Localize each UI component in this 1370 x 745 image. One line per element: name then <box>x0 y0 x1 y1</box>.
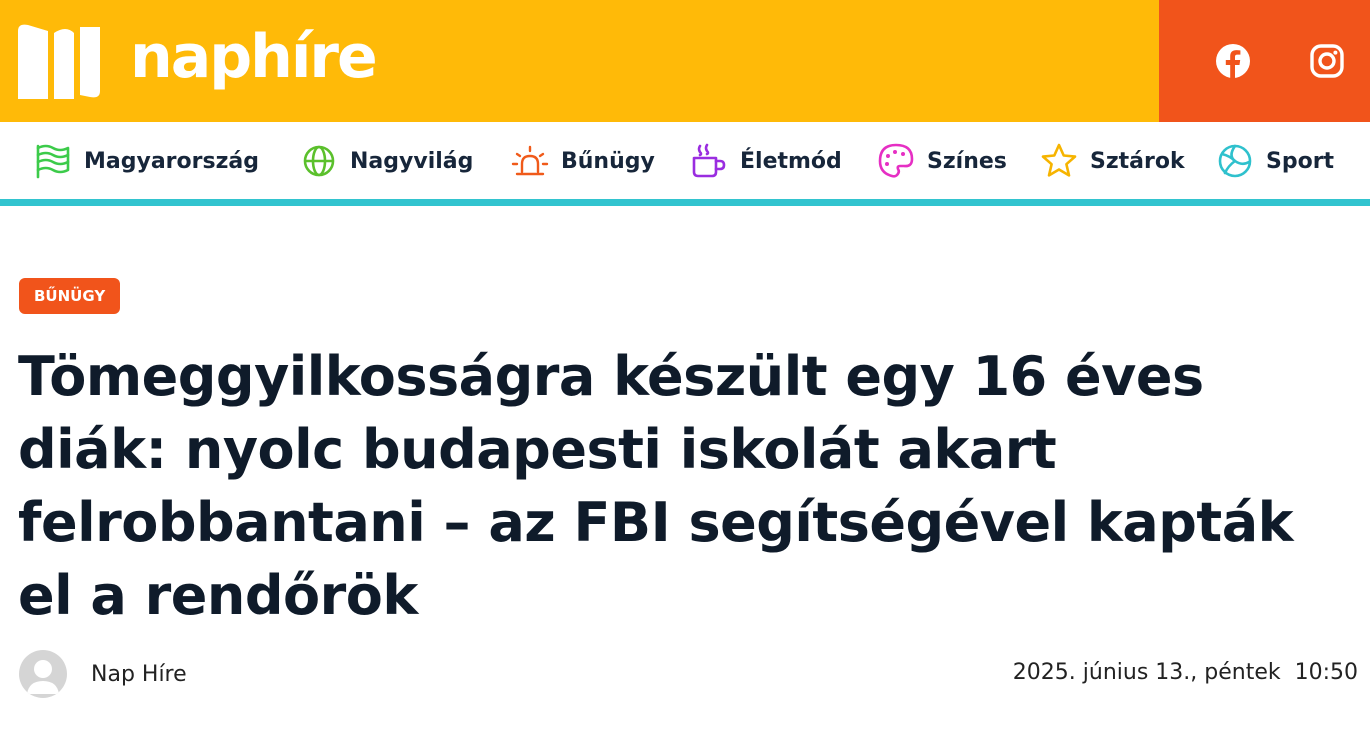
nav-divider <box>0 199 1370 206</box>
star-icon <box>1040 142 1078 180</box>
instagram-icon[interactable] <box>1308 42 1346 80</box>
flag-icon <box>34 142 72 180</box>
article-headline: Tömeggyilkosságra készült egy 16 éves di… <box>18 345 1294 627</box>
social-links <box>1159 0 1370 122</box>
nav-label: Színes <box>927 148 1007 174</box>
coffee-cup-icon <box>690 142 728 180</box>
nav-item-magyarorszag[interactable]: Magyarország <box>34 122 259 200</box>
nav-item-sport[interactable]: Sport <box>1216 122 1334 200</box>
brand-bar: naphíre <box>0 0 1159 122</box>
siren-icon <box>511 142 549 180</box>
nav-item-szines[interactable]: Színes <box>877 122 1007 200</box>
author-name[interactable]: Nap Híre <box>91 662 187 687</box>
category-nav: Magyarország Nagyvilág Bűnügy Életmód Sz… <box>0 122 1370 200</box>
nav-label: Sztárok <box>1090 148 1185 174</box>
nav-label: Életmód <box>740 148 842 174</box>
avatar[interactable] <box>19 650 67 698</box>
category-badge[interactable]: BŰNÜGY <box>19 278 121 314</box>
nav-label: Nagyvilág <box>350 148 474 174</box>
ball-icon <box>1216 142 1254 180</box>
nav-label: Bűnügy <box>561 148 655 174</box>
site-header: naphíre <box>0 0 1370 122</box>
logo-mark-icon[interactable] <box>18 23 100 99</box>
facebook-icon[interactable] <box>1214 42 1252 80</box>
nav-item-bunugy[interactable]: Bűnügy <box>511 122 655 200</box>
palette-icon <box>877 142 915 180</box>
globe-icon <box>300 142 338 180</box>
site-logo-text[interactable]: naphíre <box>130 27 378 87</box>
nav-item-nagyvilag[interactable]: Nagyvilág <box>300 122 473 200</box>
nav-item-eletmod[interactable]: Életmód <box>690 122 842 200</box>
nav-item-sztarok[interactable]: Sztárok <box>1040 122 1185 200</box>
author-byline: Nap Híre <box>19 650 187 698</box>
nav-label: Magyarország <box>84 148 259 174</box>
publish-date: 2025. június 13., péntek 10:50 <box>1012 660 1358 685</box>
nav-label: Sport <box>1266 148 1335 174</box>
